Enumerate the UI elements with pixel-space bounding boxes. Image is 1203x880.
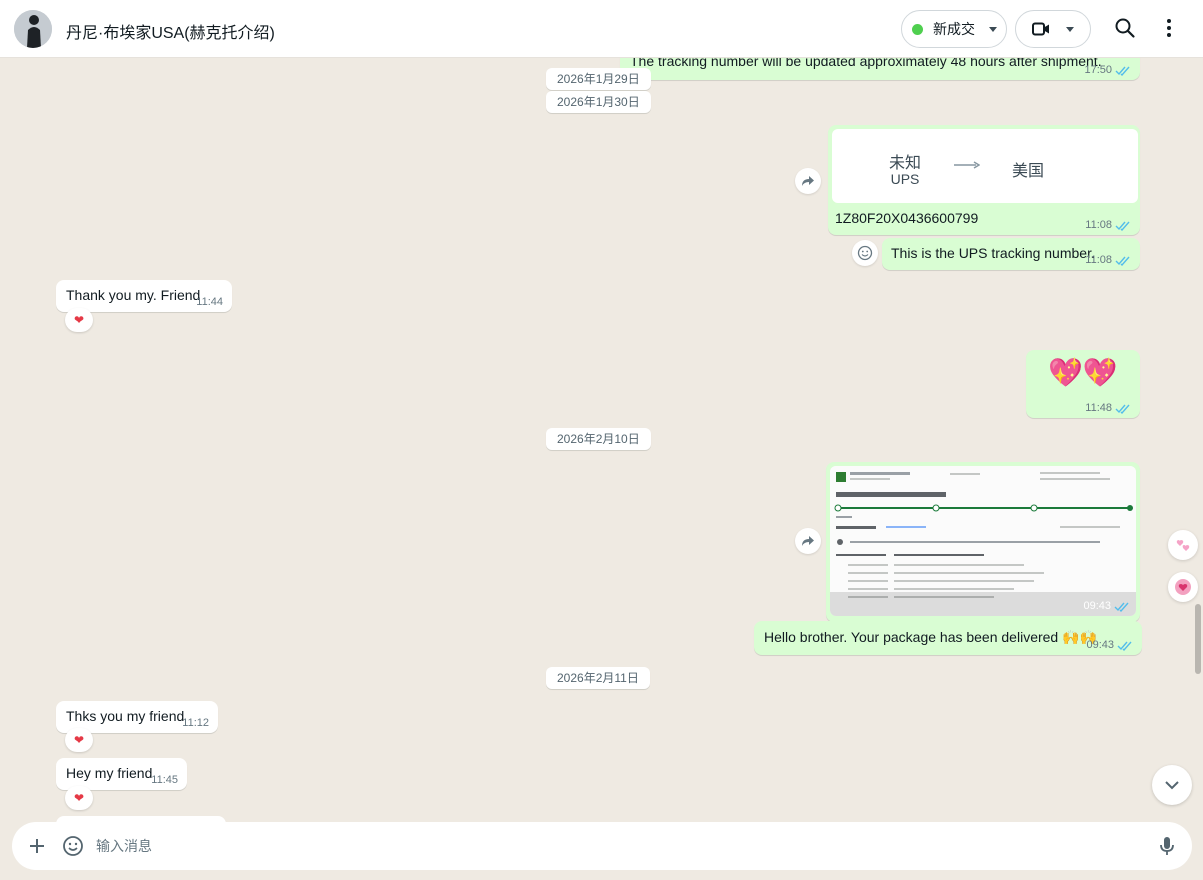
video-call-button[interactable] bbox=[1015, 10, 1091, 48]
attach-button[interactable] bbox=[25, 834, 49, 858]
date-separator: 2026年1月29日 bbox=[546, 68, 651, 90]
react-button[interactable] bbox=[852, 240, 878, 266]
contact-name[interactable]: 丹尼·布埃家USA(赫克托介绍) bbox=[66, 19, 275, 43]
heart-icon: ❤ bbox=[73, 791, 85, 805]
message-emoji: 💖💖 bbox=[1048, 357, 1118, 388]
delivery-screenshot-image[interactable]: 09:43 bbox=[830, 466, 1136, 616]
forward-icon bbox=[802, 176, 814, 186]
message-composer bbox=[12, 822, 1192, 870]
reaction-shortcut-button[interactable] bbox=[1168, 530, 1198, 560]
date-separator: 2026年1月30日 bbox=[546, 91, 651, 113]
tracking-carrier: UPS bbox=[890, 171, 920, 187]
more-vert-icon bbox=[1167, 19, 1171, 37]
label-dropdown[interactable]: 新成交 bbox=[901, 10, 1007, 48]
avatar-silhouette-icon bbox=[14, 10, 52, 48]
search-button[interactable] bbox=[1113, 16, 1137, 40]
emoji-button[interactable] bbox=[61, 834, 85, 858]
avatar[interactable] bbox=[14, 10, 52, 48]
tracking-origin: 未知 bbox=[888, 155, 921, 172]
message-ups-note[interactable]: This is the UPS tracking number. 11:08 bbox=[882, 238, 1140, 270]
emoji-icon bbox=[857, 245, 873, 261]
message-text: The tracking number will be updated appr… bbox=[630, 58, 1102, 69]
chevron-down-icon bbox=[989, 26, 997, 32]
hearts-icon bbox=[1176, 540, 1190, 551]
message-hearts[interactable]: 💖💖 11:48 bbox=[1026, 350, 1140, 418]
forward-button[interactable] bbox=[795, 528, 821, 554]
label-color-dot bbox=[912, 23, 923, 35]
message-shipment-note[interactable]: The tracking number will be updated appr… bbox=[620, 58, 1140, 80]
message-delivered-screenshot[interactable]: 09:43 bbox=[826, 462, 1140, 622]
scroll-to-bottom-button[interactable] bbox=[1152, 765, 1192, 805]
heart-icon: ❤ bbox=[73, 313, 85, 327]
heart-icon: ❤ bbox=[73, 733, 85, 747]
message-list[interactable]: The tracking number will be updated appr… bbox=[0, 58, 1203, 822]
message-text: Hello brother. Your package has been del… bbox=[764, 629, 1097, 645]
date-separator: 2026年2月11日 bbox=[546, 667, 650, 689]
message-text: Thank you my. Friend bbox=[66, 287, 201, 303]
tracking-preview[interactable]: 未知 UPS 美国 bbox=[832, 129, 1138, 203]
chevron-down-icon bbox=[1066, 26, 1074, 32]
heart-badge-icon bbox=[1175, 579, 1191, 595]
read-receipt-icon bbox=[1115, 221, 1130, 231]
read-receipt-icon bbox=[1115, 256, 1130, 266]
voice-message-button[interactable] bbox=[1155, 834, 1179, 858]
heart-reaction[interactable]: ❤ bbox=[65, 786, 93, 810]
label-text: 新成交 bbox=[933, 21, 975, 37]
message-time: 11:08 bbox=[1085, 254, 1131, 266]
tracking-destination: 美国 bbox=[1012, 163, 1045, 180]
forward-icon bbox=[802, 536, 814, 546]
chat-header: 丹尼·布埃家USA(赫克托介绍) 新成交 bbox=[0, 0, 1203, 58]
message-time: 11:44 bbox=[196, 296, 223, 308]
read-receipt-icon bbox=[1114, 602, 1129, 612]
message-delivered-text[interactable]: Hello brother. Your package has been del… bbox=[754, 621, 1142, 655]
microphone-icon bbox=[1160, 837, 1174, 855]
video-call-icon bbox=[1032, 22, 1049, 36]
arrow-right-icon bbox=[954, 161, 980, 169]
read-receipt-icon bbox=[1117, 641, 1132, 651]
tracking-number[interactable]: 1Z80F20X0436600799 bbox=[835, 210, 978, 226]
menu-button[interactable] bbox=[1157, 16, 1181, 40]
emoji-icon bbox=[63, 836, 83, 856]
message-text: This is the UPS tracking number. bbox=[891, 245, 1095, 261]
image-time: 09:43 bbox=[1083, 600, 1130, 612]
read-receipt-icon bbox=[1115, 66, 1130, 76]
message-time: 11:12 bbox=[182, 717, 209, 729]
message-tracking-card[interactable]: 未知 UPS 美国 1Z80F20X0436600799 11:08 bbox=[828, 125, 1140, 235]
reaction-shortcut-button[interactable] bbox=[1168, 572, 1198, 602]
message-time: 09:43 bbox=[1086, 639, 1133, 651]
tracking-page-thumbnail-icon bbox=[830, 466, 1136, 616]
chevron-down-icon bbox=[1165, 781, 1179, 790]
plus-icon bbox=[30, 839, 44, 853]
message-time: 11:08 bbox=[1085, 219, 1131, 231]
message-text: Hey my friend bbox=[66, 765, 153, 781]
message-time: 11:45 bbox=[151, 774, 178, 786]
scrollbar-thumb[interactable] bbox=[1195, 604, 1201, 674]
message-time: 11:48 bbox=[1085, 402, 1131, 414]
message-input[interactable] bbox=[96, 836, 1096, 856]
date-separator: 2026年2月10日 bbox=[546, 428, 651, 450]
message-text: Thks you my friend bbox=[66, 708, 185, 724]
message-time: 17:50 bbox=[1084, 64, 1131, 76]
read-receipt-icon bbox=[1115, 404, 1130, 414]
forward-button[interactable] bbox=[795, 168, 821, 194]
heart-reaction[interactable]: ❤ bbox=[65, 308, 93, 332]
search-icon bbox=[1115, 18, 1135, 38]
heart-reaction[interactable]: ❤ bbox=[65, 728, 93, 752]
